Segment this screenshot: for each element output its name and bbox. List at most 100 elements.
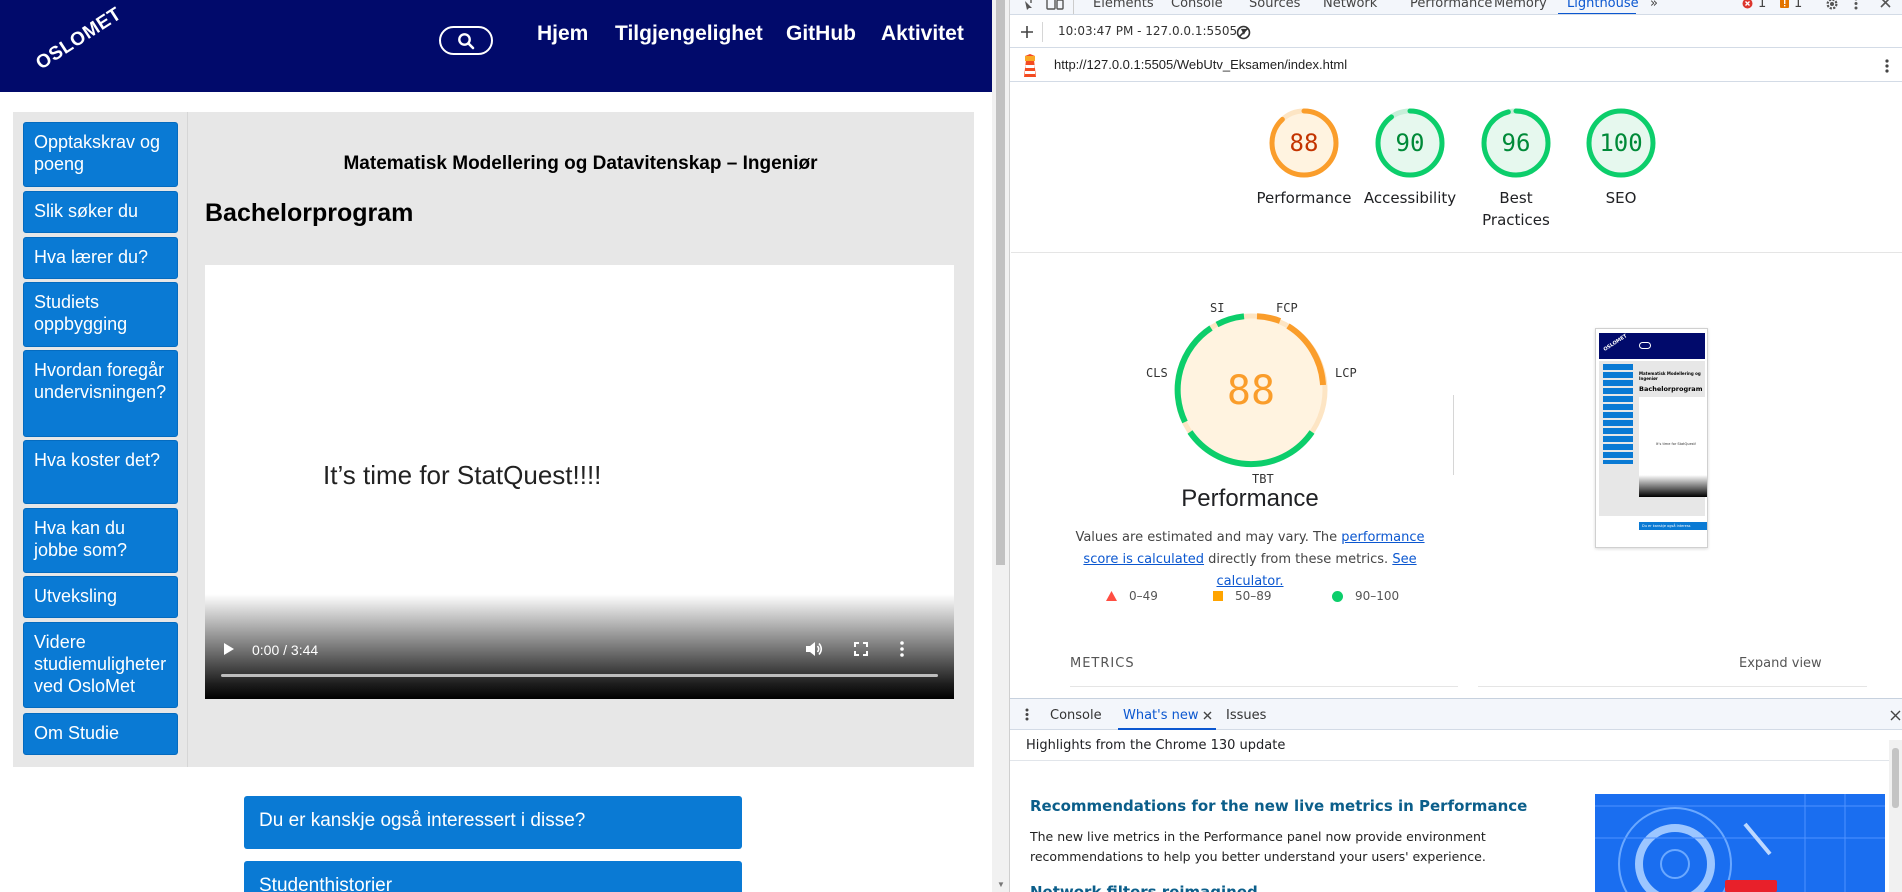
nav-aktivitet[interactable]: Aktivitet: [881, 22, 964, 46]
gauge-label-lcp: LCP: [1335, 366, 1357, 380]
sidebar-item-om-studie[interactable]: Om Studie: [23, 713, 178, 755]
score-gauge-best-practices[interactable]: 96: [1478, 105, 1554, 185]
audited-url[interactable]: http://127.0.0.1:5505/WebUtv_Eksamen/ind…: [1054, 57, 1347, 72]
scroll-down-icon[interactable]: ▼: [997, 880, 1005, 889]
drawer-scrollbar-thumb[interactable]: [1892, 748, 1899, 808]
sidebar-item-opptakskrav[interactable]: Opptakskrav og poeng: [23, 122, 178, 187]
oslomet-logo[interactable]: OSLOMET: [32, 3, 135, 91]
legend-average-label: 50–89: [1235, 589, 1272, 603]
device-toolbar-icon[interactable]: [1046, 0, 1064, 10]
audited-url-row: http://127.0.0.1:5505/WebUtv_Eksamen/ind…: [1010, 49, 1902, 82]
expand-view-button[interactable]: Expand view: [1739, 656, 1822, 671]
drawer-active-indicator: [1118, 728, 1216, 730]
report-selector-label: 10:03:47 PM - 127.0.0.1:5505: [1058, 24, 1238, 38]
score-value-seo: 100: [1599, 129, 1642, 157]
thumb-subtitle: Matematisk Modellering og Ingeniør: [1639, 371, 1701, 381]
sidebar-item-videre-studier[interactable]: Videre studiemuligheter ved OsloMet: [23, 622, 178, 708]
video-player[interactable]: It’s time for StatQuest!!!! 0:00 / 3:44: [205, 265, 954, 699]
sidebar-item-hva-laerer[interactable]: Hva lærer du?: [23, 237, 178, 279]
drawer-scrollbar[interactable]: [1889, 740, 1902, 892]
sidebar-item-utveksling[interactable]: Utveksling: [23, 576, 178, 618]
toolbar-separator: [1042, 22, 1043, 42]
page-scrollbar-thumb[interactable]: [996, 0, 1005, 565]
fullscreen-button[interactable]: [851, 639, 871, 659]
more-tabs-icon[interactable]: »: [1650, 0, 1658, 11]
whats-new-text-1: The new live metrics in the Performance …: [1030, 829, 1486, 864]
page-scrollbar[interactable]: ▼: [992, 0, 1009, 892]
sidebar-item-slik-soker[interactable]: Slik søker du: [23, 191, 178, 233]
play-button[interactable]: [219, 639, 239, 659]
video-progress-bar[interactable]: [221, 674, 938, 677]
score-label-performance: Performance: [1256, 189, 1352, 207]
thumb-video: It’s time for StatQuest!: [1639, 397, 1707, 497]
nav-tilgjengelighet[interactable]: Tilgjengelighet: [615, 22, 763, 46]
inspect-element-icon[interactable]: [1018, 0, 1034, 10]
tab-lighthouse[interactable]: Lighthouse: [1567, 0, 1639, 11]
drawer-tab-console[interactable]: Console: [1050, 708, 1102, 723]
thumb-search-icon: [1639, 342, 1651, 349]
whats-new-heading-1[interactable]: Recommendations for the new live metrics…: [1030, 797, 1527, 815]
sidebar-item-jobbe-som[interactable]: Hva kan du jobbe som?: [23, 508, 178, 573]
whats-new-heading-2[interactable]: Network filters reimagined: [1030, 883, 1258, 892]
more-vertical-icon: [900, 641, 904, 657]
thumb-sidebar: [1603, 364, 1633, 464]
nav-hjem[interactable]: Hjem: [537, 22, 588, 46]
drawer-tab-bar: Console What's new Issues: [1010, 698, 1902, 730]
tab-performance[interactable]: Performance: [1410, 0, 1492, 11]
gauge-label-fcp: FCP: [1276, 301, 1298, 315]
close-devtools-icon[interactable]: [1880, 0, 1891, 8]
close-tab-icon[interactable]: [1203, 711, 1212, 720]
student-stories-button[interactable]: Studenthistorier: [244, 861, 742, 892]
search-button[interactable]: [439, 26, 493, 55]
score-gauge-performance[interactable]: 88: [1266, 105, 1342, 185]
score-note: Values are estimated and may vary. The p…: [1068, 527, 1432, 593]
drawer-tab-issues[interactable]: Issues: [1226, 708, 1266, 723]
sidebar-item-hva-koster[interactable]: Hva koster det?: [23, 440, 178, 504]
related-programs-button[interactable]: Du er kanskje også interessert i disse?: [244, 796, 742, 849]
tab-elements[interactable]: Elements: [1093, 0, 1154, 11]
clear-reports-icon[interactable]: [1236, 25, 1251, 40]
new-report-icon[interactable]: [1020, 25, 1034, 39]
performance-title: Performance: [1181, 485, 1319, 512]
video-more-button[interactable]: [892, 639, 912, 659]
score-label-accessibility: Accessibility: [1363, 189, 1457, 207]
sidebar-nav: Opptakskrav og poeng Slik søker du Hva l…: [13, 112, 187, 767]
devtools-panel: Elements Console Sources Network Perform…: [1010, 0, 1902, 892]
tab-memory[interactable]: Memory: [1494, 0, 1547, 11]
tab-network[interactable]: Network: [1323, 0, 1377, 11]
whats-new-intro: Highlights from the Chrome 130 update: [1026, 738, 1286, 753]
score-gauge-accessibility[interactable]: 90: [1372, 105, 1448, 185]
legend-pass-label: 90–100: [1355, 589, 1400, 603]
score-gauge-seo[interactable]: 100: [1583, 105, 1659, 185]
whats-new-divider: [1010, 760, 1902, 761]
score-value-accessibility: 90: [1396, 129, 1425, 157]
final-screenshot[interactable]: OSLOMET Matematisk Modellering og Ingeni…: [1595, 328, 1708, 548]
error-count[interactable]: 1: [1758, 0, 1766, 11]
warning-icon[interactable]: [1779, 0, 1790, 9]
score-ring-seo: 100: [1586, 108, 1656, 178]
warning-count[interactable]: 1: [1794, 0, 1802, 11]
nav-github[interactable]: GitHub: [786, 22, 856, 46]
sidebar-item-undervisning[interactable]: Hvordan foregår undervisningen?: [23, 350, 178, 437]
sidebar-item-studiets-oppbygging[interactable]: Studiets oppbygging: [23, 282, 178, 347]
vertical-separator: [1453, 395, 1454, 475]
close-drawer-icon[interactable]: [1890, 710, 1901, 721]
thumb-video-caption: It’s time for StatQuest!: [1656, 442, 1697, 446]
gauge-label-cls: CLS: [1146, 366, 1168, 380]
score-label-seo: SEO: [1605, 189, 1637, 207]
score-label-best-practices-text: Best Practices: [1482, 189, 1550, 229]
metrics-divider-right: [1478, 686, 1867, 687]
drawer-tab-whats-new[interactable]: What's new: [1123, 708, 1199, 723]
more-vertical-icon[interactable]: [1885, 59, 1889, 73]
mute-button[interactable]: [804, 639, 824, 659]
report-selector[interactable]: 10:03:47 PM - 127.0.0.1:5505 ▾: [1058, 24, 1247, 38]
gear-icon[interactable]: [1825, 0, 1839, 11]
drawer-menu-icon[interactable]: [1025, 708, 1029, 721]
more-vertical-icon[interactable]: [1854, 0, 1858, 10]
tab-console[interactable]: Console: [1171, 0, 1223, 11]
metrics-divider-left: [1070, 686, 1458, 687]
triangle-icon: [1106, 591, 1117, 601]
score-ring-accessibility: 90: [1375, 108, 1445, 178]
error-icon[interactable]: [1742, 0, 1753, 9]
tab-sources[interactable]: Sources: [1249, 0, 1300, 11]
